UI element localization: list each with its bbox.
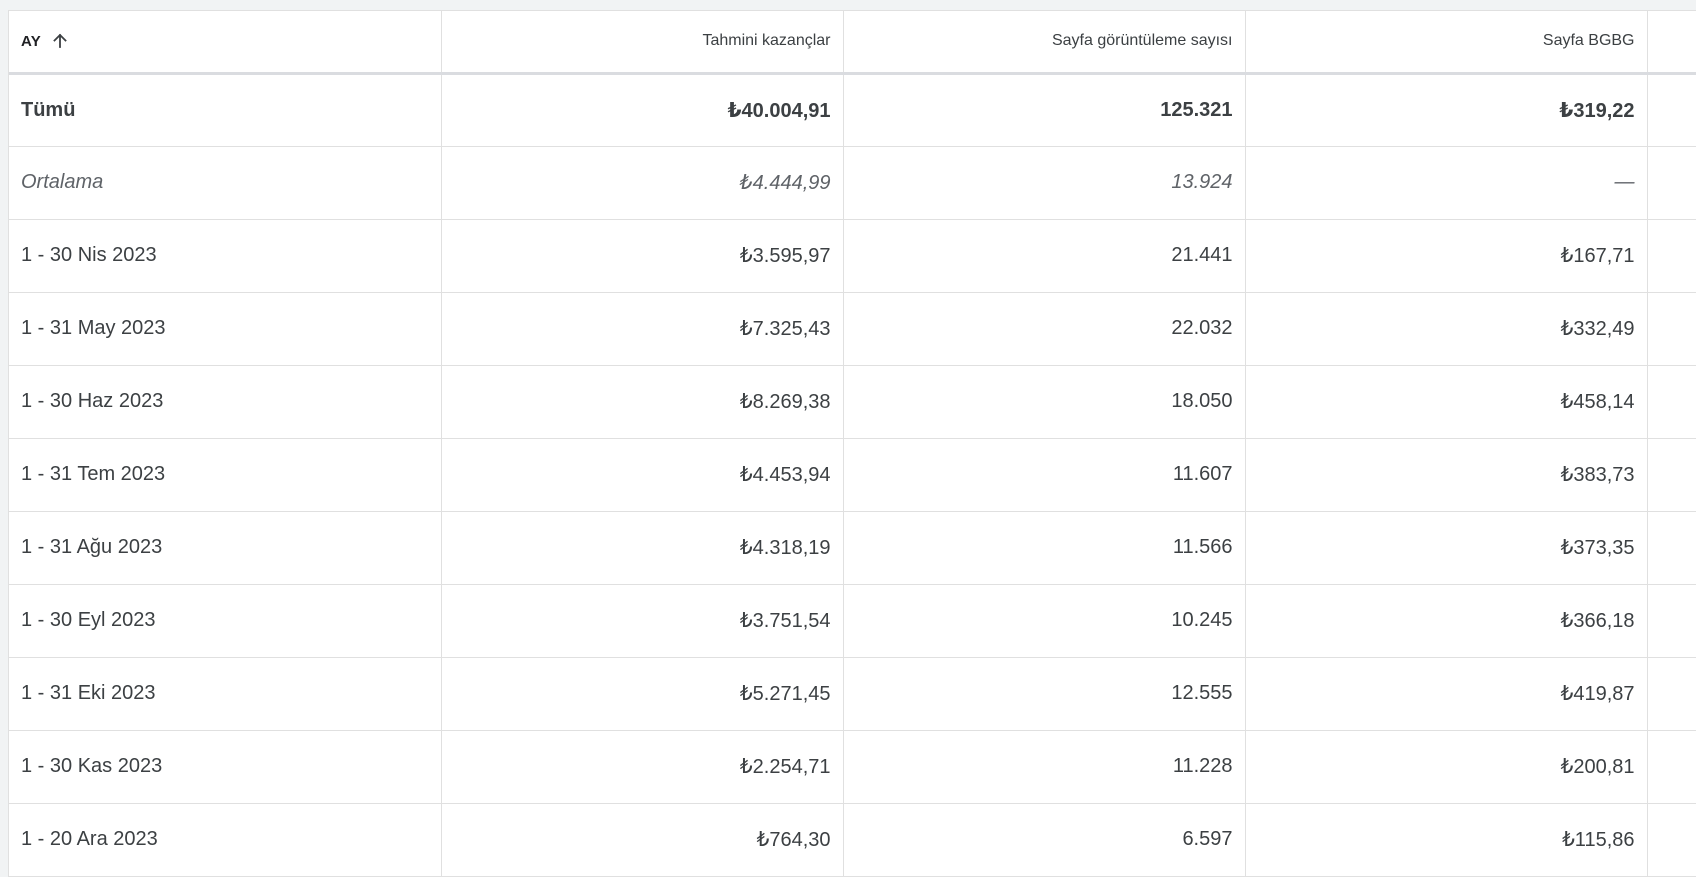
month-cell: 1 - 31 Tem 2023 <box>9 438 442 512</box>
table-header: AY Tahmini kazançlar Sayfa görüntüleme s… <box>9 11 1696 75</box>
overflow-cell <box>1647 584 1696 658</box>
table-row: 1 - 31 Eki 2023 ₺5.271,45 12.555 ₺419,87 <box>9 657 1696 731</box>
earnings-cell: ₺4.453,94 <box>441 438 844 512</box>
header-row: AY Tahmini kazançlar Sayfa görüntüleme s… <box>9 11 1696 75</box>
page-rpm-cell: ₺366,18 <box>1245 584 1648 658</box>
column-header-month[interactable]: AY <box>9 11 442 75</box>
page-views-cell: 18.050 <box>843 365 1246 439</box>
month-cell: 1 - 20 Ara 2023 <box>9 803 442 877</box>
column-header-month-label: AY <box>21 32 42 50</box>
overflow-cell <box>1647 511 1696 585</box>
total-page-views: 125.321 <box>843 73 1246 147</box>
month-cell: 1 - 30 Haz 2023 <box>9 365 442 439</box>
column-header-overflow <box>1647 11 1696 75</box>
column-header-page-views[interactable]: Sayfa görüntüleme sayısı <box>843 11 1246 75</box>
overflow-cell <box>1647 438 1696 512</box>
total-label: Tümü <box>9 73 442 147</box>
average-earnings: ₺4.444,99 <box>441 146 844 220</box>
month-cell: 1 - 31 Ağu 2023 <box>9 511 442 585</box>
column-header-earnings[interactable]: Tahmini kazançlar <box>441 11 844 75</box>
table-row: 1 - 30 Eyl 2023 ₺3.751,54 10.245 ₺366,18 <box>9 584 1696 658</box>
earnings-cell: ₺7.325,43 <box>441 292 844 366</box>
earnings-cell: ₺764,30 <box>441 803 844 877</box>
page-views-cell: 22.032 <box>843 292 1246 366</box>
sort-month-button[interactable]: AY <box>21 32 69 50</box>
month-cell: 1 - 31 May 2023 <box>9 292 442 366</box>
page-rpm-cell: ₺115,86 <box>1245 803 1648 877</box>
month-cell: 1 - 31 Eki 2023 <box>9 657 442 731</box>
overflow-cell <box>1647 730 1696 804</box>
average-overflow-cell <box>1647 146 1696 220</box>
page-views-cell: 11.607 <box>843 438 1246 512</box>
table-row: 1 - 30 Nis 2023 ₺3.595,97 21.441 ₺167,71 <box>9 219 1696 293</box>
page-rpm-cell: ₺200,81 <box>1245 730 1648 804</box>
arrow-up-icon <box>51 32 69 50</box>
total-row: Tümü ₺40.004,91 125.321 ₺319,22 <box>9 73 1696 147</box>
earnings-cell: ₺2.254,71 <box>441 730 844 804</box>
month-cell: 1 - 30 Nis 2023 <box>9 219 442 293</box>
page-views-cell: 6.597 <box>843 803 1246 877</box>
page-rpm-cell: ₺332,49 <box>1245 292 1648 366</box>
average-label: Ortalama <box>9 146 442 220</box>
earnings-cell: ₺4.318,19 <box>441 511 844 585</box>
table-row: 1 - 30 Haz 2023 ₺8.269,38 18.050 ₺458,14 <box>9 365 1696 439</box>
page-rpm-cell: ₺383,73 <box>1245 438 1648 512</box>
page-views-cell: 11.228 <box>843 730 1246 804</box>
month-cell: 1 - 30 Eyl 2023 <box>9 584 442 658</box>
average-row: Ortalama ₺4.444,99 13.924 — <box>9 146 1696 220</box>
average-page-rpm: — <box>1245 146 1648 220</box>
monthly-report-table-container: AY Tahmini kazançlar Sayfa görüntüleme s… <box>8 10 1696 877</box>
report-page: AY Tahmini kazançlar Sayfa görüntüleme s… <box>0 0 1696 877</box>
table-row: 1 - 20 Ara 2023 ₺764,30 6.597 ₺115,86 <box>9 803 1696 877</box>
total-page-rpm: ₺319,22 <box>1245 73 1648 147</box>
page-rpm-cell: ₺167,71 <box>1245 219 1648 293</box>
total-overflow-cell <box>1647 73 1696 147</box>
table-body: Tümü ₺40.004,91 125.321 ₺319,22 Ortalama… <box>9 73 1696 877</box>
page-rpm-cell: ₺373,35 <box>1245 511 1648 585</box>
total-earnings: ₺40.004,91 <box>441 73 844 147</box>
earnings-cell: ₺3.595,97 <box>441 219 844 293</box>
page-views-cell: 10.245 <box>843 584 1246 658</box>
earnings-cell: ₺3.751,54 <box>441 584 844 658</box>
table-row: 1 - 31 Ağu 2023 ₺4.318,19 11.566 ₺373,35 <box>9 511 1696 585</box>
page-rpm-cell: ₺458,14 <box>1245 365 1648 439</box>
page-views-cell: 21.441 <box>843 219 1246 293</box>
page-views-cell: 12.555 <box>843 657 1246 731</box>
overflow-cell <box>1647 657 1696 731</box>
month-cell: 1 - 30 Kas 2023 <box>9 730 442 804</box>
page-views-cell: 11.566 <box>843 511 1246 585</box>
earnings-cell: ₺5.271,45 <box>441 657 844 731</box>
overflow-cell <box>1647 292 1696 366</box>
table-row: 1 - 31 May 2023 ₺7.325,43 22.032 ₺332,49 <box>9 292 1696 366</box>
average-page-views: 13.924 <box>843 146 1246 220</box>
earnings-cell: ₺8.269,38 <box>441 365 844 439</box>
table-row: 1 - 31 Tem 2023 ₺4.453,94 11.607 ₺383,73 <box>9 438 1696 512</box>
overflow-cell <box>1647 803 1696 877</box>
page-rpm-cell: ₺419,87 <box>1245 657 1648 731</box>
table-row: 1 - 30 Kas 2023 ₺2.254,71 11.228 ₺200,81 <box>9 730 1696 804</box>
overflow-cell <box>1647 365 1696 439</box>
overflow-cell <box>1647 219 1696 293</box>
monthly-report-table: AY Tahmini kazançlar Sayfa görüntüleme s… <box>9 11 1696 877</box>
column-header-page-rpm[interactable]: Sayfa BGBG <box>1245 11 1648 75</box>
